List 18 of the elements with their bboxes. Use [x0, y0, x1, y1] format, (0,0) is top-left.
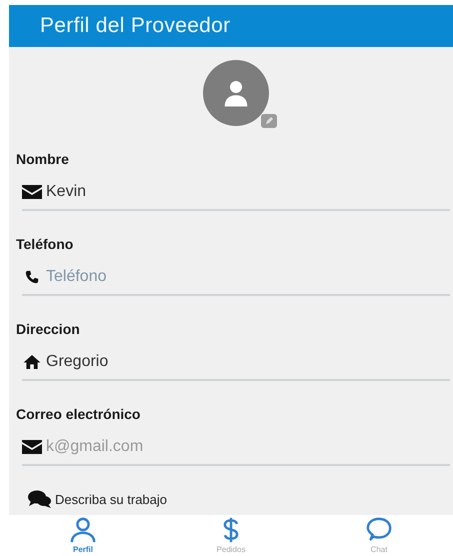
house-icon: [22, 355, 42, 369]
input-field[interactable]: Teléfono: [46, 268, 160, 286]
speech-bubble-icon: [365, 517, 393, 543]
field-label: Direccion: [16, 321, 80, 337]
edit-button[interactable]: [260, 114, 276, 128]
input-field[interactable]: k@gmail.com: [46, 438, 188, 456]
pencil-icon: [264, 116, 274, 126]
chat-bubbles-icon: [28, 490, 52, 508]
envelope-icon: [22, 440, 42, 454]
field-label: Correo electrónico: [16, 406, 140, 422]
field-label: Teléfono: [16, 236, 74, 252]
input-field[interactable]: Gregorio: [46, 353, 160, 371]
person-icon: [69, 517, 97, 543]
field-label: Nombre: [16, 151, 69, 167]
field-label: Describa su trabajo: [55, 492, 167, 506]
input-field[interactable]: Kevin: [46, 183, 132, 201]
envelope-icon: [22, 185, 42, 199]
screen-title: Perfil del Proveedor: [40, 14, 230, 38]
